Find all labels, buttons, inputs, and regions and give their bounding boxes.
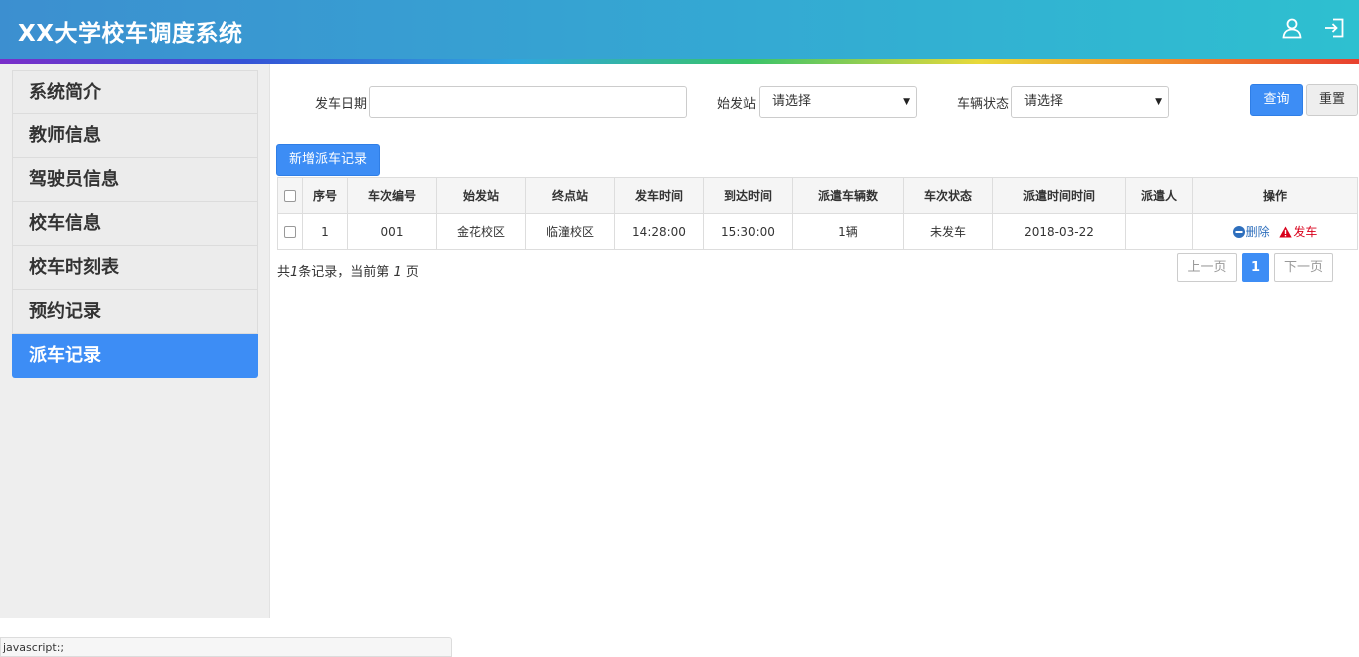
col-header: 车次编号 xyxy=(347,177,437,214)
page-1-button[interactable]: 1 xyxy=(1242,253,1269,282)
col-header: 终点站 xyxy=(525,177,615,214)
vehicle-status-label: 车辆状态 xyxy=(957,97,1010,112)
cell-dispatcher xyxy=(1125,213,1193,250)
cell-arrive: 15:30:00 xyxy=(703,213,793,250)
next-page-button[interactable]: 下一页 xyxy=(1274,253,1333,282)
query-button[interactable]: 查询 xyxy=(1250,84,1303,116)
summary-mid: 条记录，当前第 xyxy=(298,265,390,280)
warning-icon xyxy=(1279,226,1293,241)
cell-actions: 删除 发车 xyxy=(1192,213,1358,250)
col-header: 始发站 xyxy=(436,177,526,214)
chevron-down-icon: ▼ xyxy=(1155,97,1162,107)
col-header: 发车时间 xyxy=(614,177,704,214)
app-header: XX大学校车调度系统 xyxy=(0,0,1359,59)
app-title: XX大学校车调度系统 xyxy=(18,21,243,47)
delete-label: 删除 xyxy=(1245,224,1270,239)
summary-suffix: 页 xyxy=(405,265,419,280)
cell-status: 未发车 xyxy=(903,213,993,250)
cell-trip-no: 001 xyxy=(347,213,437,250)
add-dispatch-button[interactable]: 新增派车记录 xyxy=(276,144,380,176)
chevron-down-icon: ▼ xyxy=(903,97,910,107)
browser-status-bar: javascript:; xyxy=(0,637,452,657)
start-station-value: 请选择 xyxy=(772,94,812,109)
date-filter-input[interactable] xyxy=(369,86,687,118)
summary-prefix: 共 xyxy=(277,265,291,280)
current-page-number: 1 xyxy=(393,265,402,280)
row-checkbox[interactable] xyxy=(284,226,296,238)
depart-label: 发车 xyxy=(1293,224,1318,239)
cell-vehicles: 1辆 xyxy=(792,213,904,250)
filter-bar: 发车日期 始发站 请选择 ▼ 车辆状态 请选择 ▼ 查询 重置 xyxy=(270,84,1359,120)
cell-dispatch-time: 2018-03-22 xyxy=(992,213,1126,250)
cell-index: 1 xyxy=(302,213,348,250)
sidebar-item-teachers[interactable]: 教师信息 xyxy=(12,114,258,158)
sidebar-item-dispatch[interactable]: 派车记录 xyxy=(12,334,258,378)
table-row: 1 001 金花校区 临潼校区 14:28:00 15:30:00 1辆 未发车… xyxy=(277,213,1358,250)
date-filter-label: 发车日期 xyxy=(315,97,368,112)
dispatch-table: 序号 车次编号 始发站 终点站 发车时间 到达时间 派遣车辆数 车次状态 派遣时… xyxy=(277,177,1358,250)
reset-button[interactable]: 重置 xyxy=(1306,84,1358,116)
cell-end: 临潼校区 xyxy=(525,213,615,250)
sidebar-nav: 系统简介 教师信息 驾驶员信息 校车信息 校车时刻表 预约记录 派车记录 xyxy=(12,70,258,378)
col-header: 序号 xyxy=(302,177,348,214)
start-station-select[interactable]: 请选择 ▼ xyxy=(759,86,917,118)
table-header-row: 序号 车次编号 始发站 终点站 发车时间 到达时间 派遣车辆数 车次状态 派遣时… xyxy=(277,177,1358,214)
user-icon[interactable] xyxy=(1281,17,1303,39)
cell-start: 金花校区 xyxy=(436,213,526,250)
vehicle-status-value: 请选择 xyxy=(1024,94,1064,109)
sidebar-item-timetable[interactable]: 校车时刻表 xyxy=(12,246,258,290)
sidebar-item-intro[interactable]: 系统简介 xyxy=(12,70,258,114)
col-header: 派遣人 xyxy=(1125,177,1193,214)
col-header: 操作 xyxy=(1192,177,1358,214)
sidebar-item-buses[interactable]: 校车信息 xyxy=(12,202,258,246)
row-select-cell xyxy=(277,213,303,250)
sidebar-item-reservations[interactable]: 预约记录 xyxy=(12,290,258,334)
col-header: 派遣时间时间 xyxy=(992,177,1126,214)
col-header: 到达时间 xyxy=(703,177,793,214)
minus-circle-icon xyxy=(1232,225,1245,241)
depart-link[interactable]: 发车 xyxy=(1279,225,1317,239)
vehicle-status-select[interactable]: 请选择 ▼ xyxy=(1011,86,1169,118)
select-all-cell xyxy=(277,177,303,214)
cell-depart: 14:28:00 xyxy=(614,213,704,250)
sidebar-item-drivers[interactable]: 驾驶员信息 xyxy=(12,158,258,202)
prev-page-button[interactable]: 上一页 xyxy=(1177,253,1237,282)
col-header: 车次状态 xyxy=(903,177,993,214)
delete-link[interactable]: 删除 xyxy=(1232,224,1274,241)
pagination-summary: 共1条记录，当前第 1 页 xyxy=(277,261,419,280)
start-station-label: 始发站 xyxy=(717,97,757,112)
select-all-checkbox[interactable] xyxy=(284,190,296,202)
col-header: 派遣车辆数 xyxy=(792,177,904,214)
logout-icon[interactable] xyxy=(1323,17,1345,39)
